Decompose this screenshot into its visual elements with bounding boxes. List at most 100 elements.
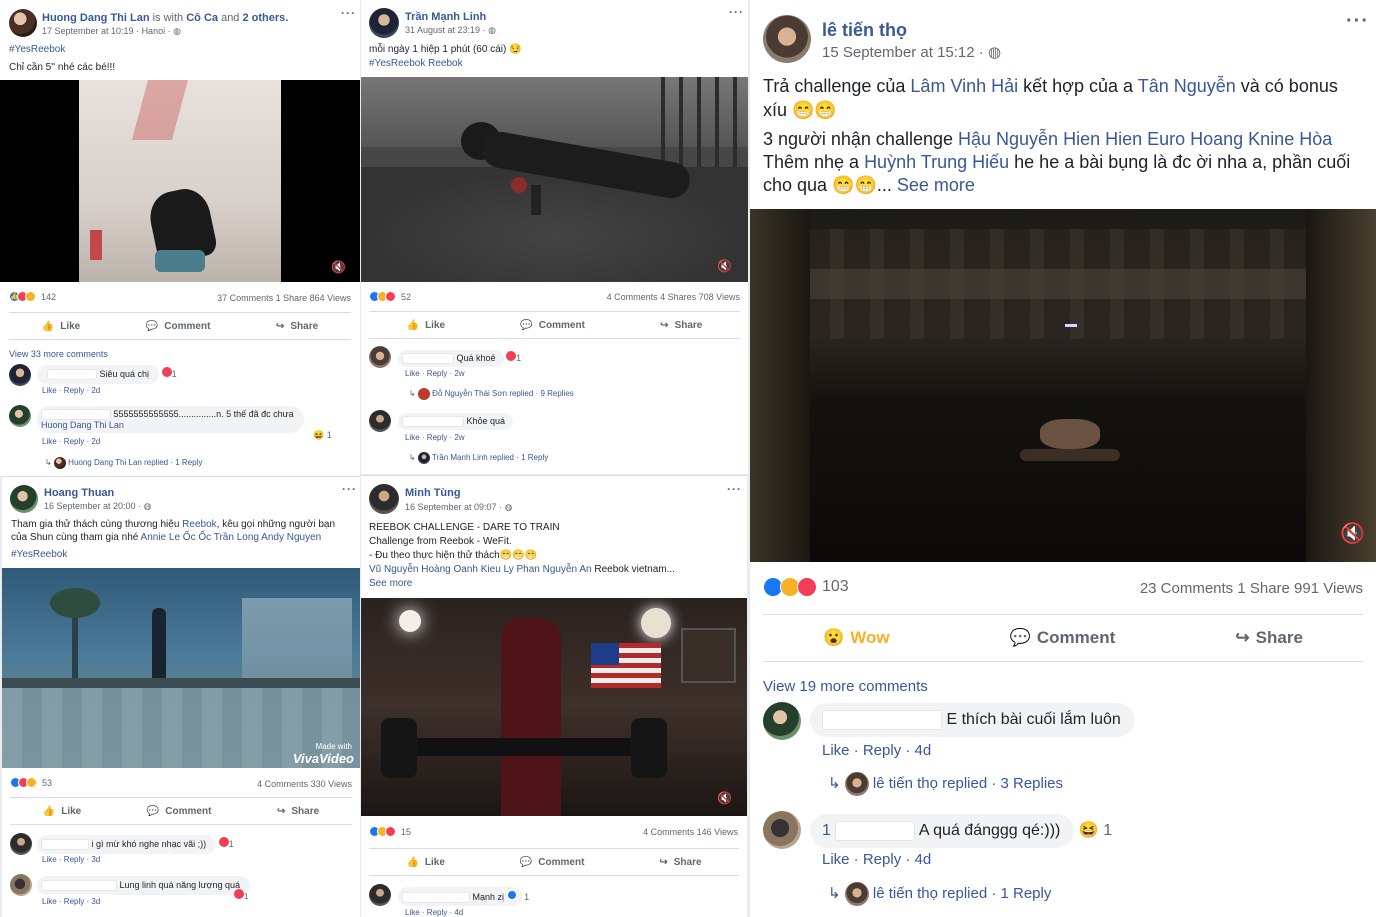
view-more-comments-link[interactable]: View 33 more comments bbox=[9, 348, 108, 360]
post-stats[interactable]: 4 Comments 330 Views bbox=[257, 779, 352, 789]
comment-button[interactable]: 💬 Comment bbox=[1010, 628, 1116, 648]
hashtag-link[interactable]: #YesReebok bbox=[11, 548, 67, 562]
tagged-link[interactable]: Cô Ca bbox=[186, 12, 218, 24]
video-player[interactable]: 🔇 bbox=[0, 80, 360, 282]
post-timestamp[interactable]: 17 September at 10:19 · Hanoi · ◍ bbox=[42, 26, 181, 37]
tagged-users-link[interactable]: Vũ Nguyễn Hoàng Oanh Kieu Ly Phan Nguyễn… bbox=[369, 564, 592, 575]
comment-button[interactable]: 💬 Comment bbox=[147, 806, 212, 817]
tagged-users-link[interactable]: Hậu Nguyễn Hien Hien Euro Hoang Knine Hò… bbox=[958, 129, 1332, 149]
comment-button[interactable]: 💬 Comment bbox=[520, 857, 585, 868]
commenter-avatar[interactable] bbox=[369, 884, 391, 906]
like-button[interactable]: 👍 Like bbox=[42, 321, 80, 332]
like-button[interactable]: 👍 Like bbox=[43, 806, 81, 817]
reaction-summary[interactable]: 52 bbox=[369, 291, 411, 302]
commenter-avatar[interactable] bbox=[9, 405, 31, 427]
page-link[interactable]: Reebok bbox=[182, 519, 216, 530]
avatar[interactable] bbox=[10, 485, 38, 513]
tagged-user-link[interactable]: Huong Dang Thi Lan bbox=[41, 420, 124, 430]
reaction-count: 142 bbox=[41, 291, 57, 302]
commenter-avatar[interactable] bbox=[10, 833, 32, 855]
video-player[interactable]: 🔇 bbox=[750, 209, 1376, 562]
mute-icon[interactable]: 🔇 bbox=[717, 259, 732, 273]
share-button[interactable]: ↪ Share bbox=[660, 320, 702, 331]
more-options-button[interactable]: ··· bbox=[729, 5, 744, 19]
comment-actions[interactable]: Like · Reply · 2d bbox=[42, 437, 100, 448]
hashtag-link[interactable]: #YesReebok bbox=[9, 43, 65, 57]
share-button[interactable]: ↪ Share bbox=[276, 321, 318, 332]
author-name[interactable]: Huong Dang Thi Lan bbox=[42, 12, 150, 24]
commenter-avatar[interactable] bbox=[369, 346, 391, 368]
comment: Mạnh zị 1 bbox=[398, 887, 529, 907]
author-name[interactable]: Minh Tùng bbox=[405, 487, 461, 499]
see-more-link[interactable]: See more bbox=[897, 175, 975, 195]
comment-button[interactable]: 💬 Comment bbox=[146, 321, 211, 332]
comment-actions[interactable]: Like · Reply · 3d bbox=[42, 897, 100, 908]
share-button[interactable]: ↪ Share bbox=[1235, 628, 1303, 648]
view-replies-link[interactable]: ↳ Trần Mạnh Linh replied · 1 Reply bbox=[409, 452, 548, 464]
like-button[interactable]: 👍 Like bbox=[406, 857, 444, 868]
video-player[interactable]: Made with VivaVideo bbox=[2, 568, 360, 768]
commenter-avatar[interactable] bbox=[369, 410, 391, 432]
hashtag-links[interactable]: #YesReebok Reebok bbox=[369, 57, 463, 71]
video-player[interactable]: 🔇 bbox=[361, 598, 747, 816]
view-replies-link[interactable]: ↳ Huong Dang Thi Lan replied · 1 Reply bbox=[45, 457, 202, 469]
avatar[interactable] bbox=[369, 484, 399, 514]
post-stats[interactable]: 37 Comments 1 Share 864 Views bbox=[217, 293, 351, 303]
tagged-user-link[interactable]: Tân Nguyễn bbox=[1138, 76, 1236, 96]
author-name[interactable]: Hoang Thuan bbox=[44, 487, 114, 499]
reaction-summary[interactable]: 53 bbox=[10, 777, 52, 788]
view-replies-link[interactable]: ↳ lê tiến thọ replied · 3 Replies bbox=[828, 772, 1063, 796]
reaction-summary[interactable]: 103 bbox=[763, 577, 849, 597]
more-options-button[interactable]: ··· bbox=[727, 482, 742, 496]
others-link[interactable]: 2 others. bbox=[242, 12, 288, 24]
more-options-button[interactable]: ··· bbox=[1346, 10, 1369, 33]
post-stats[interactable]: 23 Comments 1 Share 991 Views bbox=[1140, 580, 1363, 597]
video-player[interactable]: 🔇 bbox=[361, 77, 748, 282]
author-name[interactable]: lê tiến thọ bbox=[822, 20, 907, 41]
view-replies-link[interactable]: ↳ Đỗ Nguyễn Thái Sơn replied · 9 Replies bbox=[409, 388, 574, 400]
post-stats[interactable]: 4 Comments 4 Shares 708 Views bbox=[607, 292, 740, 302]
post-timestamp[interactable]: 16 September at 20:00 · ◍ bbox=[44, 501, 151, 512]
comment-actions[interactable]: Like · Reply · 2w bbox=[405, 369, 465, 380]
commenter-avatar[interactable] bbox=[10, 874, 32, 896]
post-stats[interactable]: 4 Comments 146 Views bbox=[643, 827, 738, 837]
more-options-button[interactable]: ··· bbox=[341, 6, 356, 20]
comment: Quá khoẻ 1 bbox=[398, 350, 521, 368]
comment-button[interactable]: 💬 Comment bbox=[520, 320, 585, 331]
share-button[interactable]: ↪ Share bbox=[277, 806, 319, 817]
reaction-summary[interactable]: 👍 142 bbox=[9, 291, 56, 302]
share-button[interactable]: ↪ Share bbox=[659, 857, 701, 868]
commenter-avatar[interactable] bbox=[763, 702, 801, 740]
comment-actions[interactable]: Like · Reply · 4d bbox=[822, 850, 931, 870]
tagged-users-link[interactable]: Annie Le Ốc Ốc Trần Long Andy Nguyen bbox=[141, 532, 322, 543]
comment-actions[interactable]: Like · Reply · 2w bbox=[405, 433, 465, 444]
comment-actions[interactable]: Like · Reply · 3d bbox=[42, 855, 100, 866]
mute-icon[interactable]: 🔇 bbox=[1340, 521, 1365, 546]
commenter-avatar[interactable] bbox=[9, 364, 31, 386]
post-text: mỗi ngày 1 hiệp 1 phút (60 cái) 😏 bbox=[369, 44, 522, 55]
tagged-user-link[interactable]: Huỳnh Trung Hiếu bbox=[864, 152, 1009, 172]
commenter-avatar[interactable] bbox=[763, 811, 801, 849]
comment-actions[interactable]: Like · Reply · 4d bbox=[822, 741, 931, 761]
comment-actions[interactable]: Like · Reply · 2d bbox=[42, 386, 100, 397]
author-name[interactable]: Trần Mạnh Linh bbox=[405, 11, 486, 23]
wow-button[interactable]: 😮 Wow bbox=[823, 628, 890, 648]
post-text-line3: - Đu theo thực hiện thử thách😁😁😁 bbox=[369, 550, 538, 561]
like-button[interactable]: 👍 Like bbox=[407, 320, 445, 331]
avatar[interactable] bbox=[763, 15, 811, 63]
comment-reaction: 1 bbox=[234, 889, 248, 901]
more-options-button[interactable]: ··· bbox=[342, 482, 357, 496]
mute-icon[interactable]: 🔇 bbox=[331, 260, 346, 274]
post-timestamp[interactable]: 15 September at 15:12 · ◍ bbox=[822, 43, 1001, 61]
view-replies-link[interactable]: ↳ lê tiến thọ replied · 1 Reply bbox=[828, 882, 1051, 906]
mute-icon[interactable]: 🔇 bbox=[717, 791, 732, 805]
avatar[interactable] bbox=[9, 9, 37, 37]
comment-actions[interactable]: Like · Reply · 4d bbox=[405, 908, 463, 917]
tagged-user-link[interactable]: Lâm Vinh Hải bbox=[910, 76, 1018, 96]
see-more-link[interactable]: See more bbox=[369, 577, 412, 591]
post-timestamp[interactable]: 31 August at 23:19 · ◍ bbox=[405, 25, 496, 36]
avatar[interactable] bbox=[369, 8, 399, 38]
view-more-comments-link[interactable]: View 19 more comments bbox=[763, 677, 928, 697]
reaction-summary[interactable]: 15 bbox=[369, 826, 411, 837]
post-timestamp[interactable]: 16 September at 09:07 · ◍ bbox=[405, 502, 512, 513]
